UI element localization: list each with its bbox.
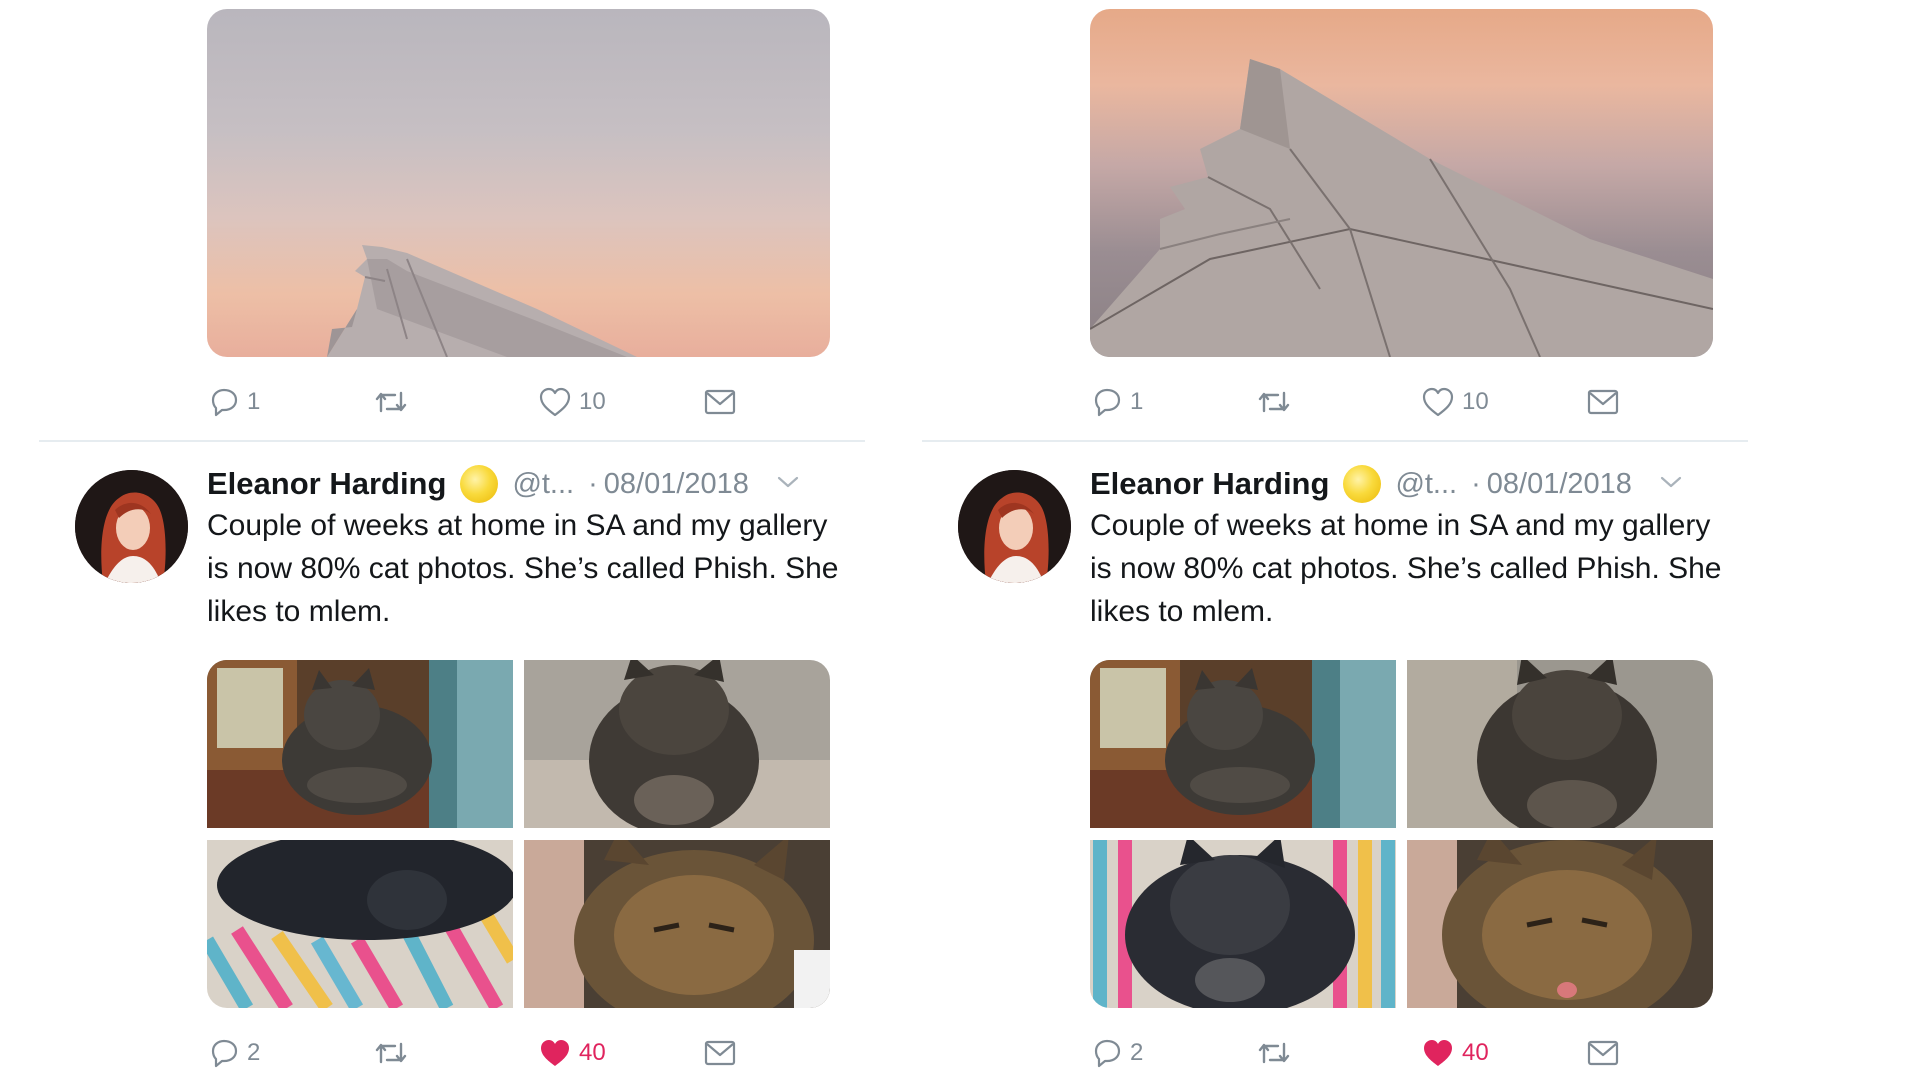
photo-grid [207, 660, 830, 1008]
comparison-screenshot: 1 10 Eleanor Harding @t... · 08/01/2018 … [0, 0, 1920, 1080]
envelope-icon [704, 1040, 736, 1066]
avatar[interactable] [958, 470, 1071, 583]
reply-count: 2 [1130, 1039, 1144, 1066]
reply-count: 2 [247, 1039, 261, 1066]
timeline-panel-left: 1 10 Eleanor Harding @t... · 08/01/2018 … [39, 0, 865, 1080]
photo-grid [1090, 660, 1713, 1008]
reply-icon [1094, 388, 1121, 417]
reply-count: 1 [247, 388, 261, 415]
direct-message-button[interactable] [1585, 380, 1621, 424]
avatar[interactable] [75, 470, 188, 583]
direct-message-button[interactable] [1585, 1031, 1621, 1075]
tweet-header: Eleanor Harding @t... · 08/01/2018 [207, 462, 867, 506]
tweet-actions: 2 40 [207, 1031, 767, 1075]
author-handle[interactable]: @t... [1395, 468, 1457, 501]
like-button[interactable]: 10 [1420, 380, 1489, 424]
envelope-icon [1587, 389, 1619, 415]
tweet-text: Couple of weeks at home in SA and my gal… [207, 509, 839, 628]
retweet-button[interactable] [1255, 1031, 1299, 1075]
tweet-actions: 1 10 [1090, 380, 1650, 424]
author-handle[interactable]: @t... [512, 468, 574, 501]
cat-photo-3[interactable] [1090, 840, 1396, 1008]
retweet-button[interactable] [1255, 380, 1299, 424]
reply-icon [1094, 1039, 1121, 1068]
heart-outline-icon [1422, 387, 1454, 417]
tweet-header: Eleanor Harding @t... · 08/01/2018 [1090, 462, 1750, 506]
like-count: 40 [1462, 1039, 1489, 1066]
retweet-button[interactable] [372, 1031, 416, 1075]
tweet-actions: 1 10 [207, 380, 767, 424]
cat-photo-4[interactable] [1407, 840, 1713, 1008]
reply-icon [211, 1039, 238, 1068]
heart-outline-icon [539, 387, 571, 417]
like-count: 40 [579, 1039, 606, 1066]
retweet-icon [375, 1042, 407, 1064]
like-button[interactable]: 40 [537, 1031, 606, 1075]
heart-filled-icon [541, 1040, 569, 1066]
reply-icon [211, 388, 238, 417]
reply-button[interactable]: 2 [1090, 1031, 1143, 1075]
like-count: 10 [579, 388, 606, 415]
tweet-actions: 2 40 [1090, 1031, 1650, 1075]
envelope-icon [704, 389, 736, 415]
reply-button[interactable]: 1 [1090, 380, 1143, 424]
separator-dot: · [588, 467, 598, 500]
cat-photo-3[interactable] [207, 840, 513, 1008]
cat-photo-2[interactable] [524, 660, 830, 828]
tweet-divider [39, 440, 865, 442]
tweet-date[interactable]: 08/01/2018 [604, 468, 749, 501]
cat-photo-1[interactable] [1090, 660, 1396, 828]
tweet-photo-airplane-wing[interactable] [1090, 9, 1713, 357]
author-name[interactable]: Eleanor Harding [1090, 466, 1329, 502]
reply-button[interactable]: 1 [207, 380, 260, 424]
cat-photo-4[interactable] [524, 840, 830, 1008]
retweet-icon [1258, 391, 1290, 413]
yellow-circle-emoji-icon [1343, 465, 1382, 503]
timeline-panel-right: 1 10 Eleanor Harding @t... · 08/01/2018 … [922, 0, 1748, 1080]
tweet-photo-airplane-wing[interactable] [207, 9, 830, 357]
envelope-icon [1587, 1040, 1619, 1066]
reply-button[interactable]: 2 [207, 1031, 260, 1075]
chevron-down-icon[interactable] [1658, 472, 1684, 497]
retweet-icon [1258, 1042, 1290, 1064]
retweet-icon [375, 391, 407, 413]
direct-message-button[interactable] [702, 1031, 738, 1075]
tweet-date[interactable]: 08/01/2018 [1487, 468, 1632, 501]
reply-count: 1 [1130, 388, 1144, 415]
author-name[interactable]: Eleanor Harding [207, 466, 446, 502]
cat-photo-1[interactable] [207, 660, 513, 828]
like-count: 10 [1462, 388, 1489, 415]
like-button[interactable]: 40 [1420, 1031, 1489, 1075]
tweet-divider [922, 440, 1748, 442]
tweet-text: Couple of weeks at home in SA and my gal… [1090, 509, 1722, 628]
heart-filled-icon [1424, 1040, 1452, 1066]
retweet-button[interactable] [372, 380, 416, 424]
yellow-circle-emoji-icon [460, 465, 499, 503]
direct-message-button[interactable] [702, 380, 738, 424]
chevron-down-icon[interactable] [775, 472, 801, 497]
separator-dot: · [1471, 467, 1481, 500]
like-button[interactable]: 10 [537, 380, 606, 424]
cat-photo-2[interactable] [1407, 660, 1713, 828]
